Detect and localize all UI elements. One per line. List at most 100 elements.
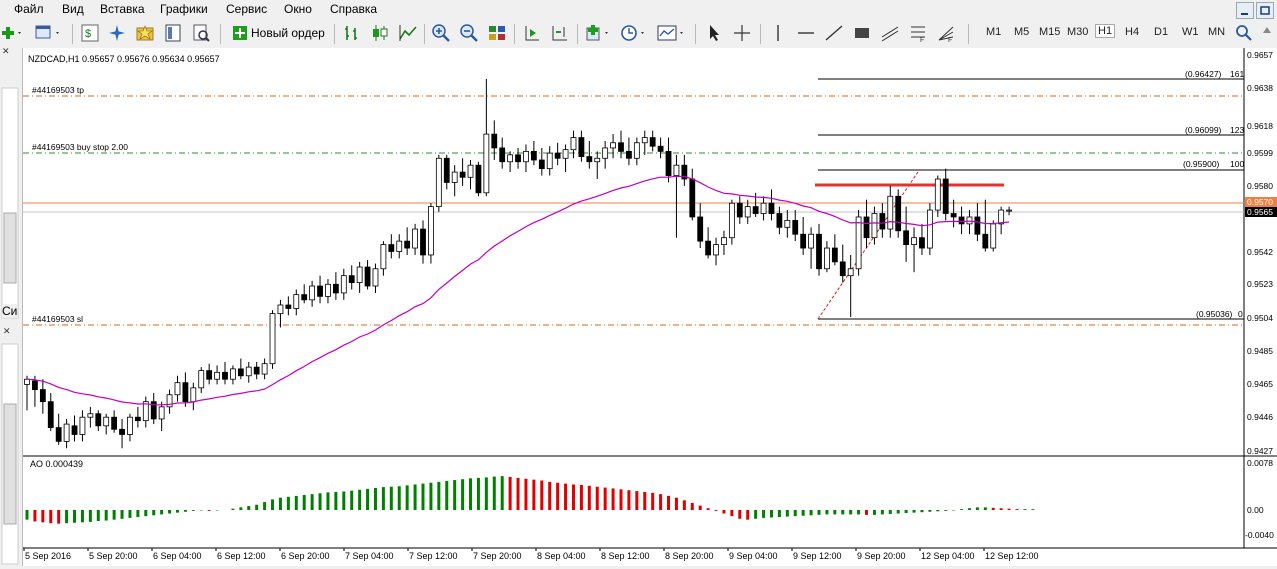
- timeframe-m5[interactable]: M5: [1014, 26, 1029, 38]
- close-icon: ✕: [2, 48, 10, 56]
- bear-candle: [134, 416, 141, 422]
- bull-candle: [966, 216, 973, 225]
- templates-button[interactable]: [656, 23, 683, 43]
- navigator-button[interactable]: [107, 23, 127, 43]
- search-button[interactable]: [1234, 23, 1254, 43]
- price-chart[interactable]: NZDCAD,H1 0.95657 0.95676 0.95634 0.9565…: [23, 48, 1277, 566]
- bull-candle: [356, 266, 363, 283]
- menu-file[interactable]: Файл: [14, 2, 44, 16]
- fibonacci-button[interactable]: F: [908, 23, 928, 44]
- bear-candle: [55, 427, 62, 442]
- bull-candle: [412, 228, 418, 249]
- chart-window[interactable]: NZDCAD,H1 0.95657 0.95676 0.95634 0.9565…: [23, 48, 1277, 566]
- bull-candle: [79, 416, 86, 435]
- chart-shift-button[interactable]: [550, 23, 570, 43]
- bull-candle: [673, 164, 680, 176]
- template-icon: [657, 25, 683, 41]
- order-tp-label: #44169503 tp: [32, 85, 84, 95]
- crosshair-button[interactable]: [732, 23, 752, 43]
- candlestick-button[interactable]: [370, 23, 390, 43]
- bear-candle: [800, 233, 807, 249]
- tester-button[interactable]: [191, 23, 211, 43]
- ao-tick: 0.0078: [1247, 458, 1273, 468]
- fibonacci-fan-button[interactable]: F: [936, 23, 956, 44]
- bear-candle: [974, 216, 981, 235]
- bear-candle: [95, 413, 102, 427]
- horizontal-line-icon: [798, 32, 814, 34]
- channel-button[interactable]: [880, 23, 900, 43]
- bull-candle: [610, 142, 616, 149]
- line-chart-button[interactable]: [398, 23, 418, 43]
- zoom-out-button[interactable]: [459, 23, 479, 43]
- menu-charts[interactable]: Графики: [160, 2, 208, 16]
- fib-level-0: 0: [1238, 309, 1243, 319]
- bull-candle: [713, 244, 719, 256]
- price-tick: 0.9465: [1247, 379, 1273, 389]
- horizontal-line-button[interactable]: [796, 23, 816, 43]
- bull-candle: [934, 178, 941, 211]
- fibonacci-fan-icon: F: [938, 26, 954, 44]
- periods-button[interactable]: [620, 23, 644, 43]
- cursor-button[interactable]: [704, 23, 724, 43]
- bear-candle: [689, 178, 696, 218]
- candlestick-icon: [373, 25, 388, 41]
- bear-candle: [626, 150, 632, 159]
- trendline-button[interactable]: [824, 23, 844, 43]
- bull-candle: [63, 423, 70, 442]
- bear-candle: [942, 178, 949, 214]
- price-tag-orange-text: 0.9570: [1247, 197, 1273, 207]
- market-watch-button[interactable]: $: [80, 23, 100, 43]
- line-chart-icon: [399, 25, 417, 41]
- chart-shift-icon: [552, 26, 567, 41]
- menu-help[interactable]: Справка: [330, 2, 377, 16]
- timeframe-h1[interactable]: H1: [1095, 24, 1116, 38]
- ao-tick: 0.00: [1247, 505, 1264, 515]
- more-button[interactable]: [1257, 23, 1277, 43]
- bull-candle: [721, 237, 727, 245]
- time-tick: 9 Sep 20:00: [857, 551, 906, 561]
- price-tick: 0.9504: [1247, 313, 1273, 323]
- autoscroll-button[interactable]: [522, 23, 542, 43]
- price-tick: 0.9657: [1247, 50, 1273, 60]
- toolbar: $ Новый ордер F F M1 M5 M15 M30 H1 H4 D1…: [0, 20, 1277, 49]
- menu-insert[interactable]: Вставка: [100, 2, 145, 16]
- timeframe-m1[interactable]: M1: [986, 26, 1001, 38]
- timeframe-h4[interactable]: H4: [1125, 26, 1139, 38]
- bull-candle: [546, 152, 553, 170]
- indicators-button[interactable]: [585, 23, 608, 43]
- fib-level-100: 100: [1230, 159, 1244, 169]
- menu-tools[interactable]: Сервис: [226, 2, 267, 16]
- bull-candle: [847, 268, 854, 277]
- rectangle-button[interactable]: [852, 23, 872, 43]
- profiles-button[interactable]: [34, 23, 59, 43]
- timeframe-m30[interactable]: M30: [1067, 26, 1088, 38]
- minimize-button[interactable]: [1236, 2, 1254, 19]
- bar-chart-button[interactable]: [342, 23, 362, 43]
- new-order-button[interactable]: Новый ордер: [228, 23, 329, 43]
- bear-candle: [903, 230, 910, 245]
- favorites-button[interactable]: [135, 23, 155, 43]
- menu-window[interactable]: Окно: [284, 2, 312, 16]
- bull-candle: [562, 149, 569, 159]
- indicators-icon: [586, 25, 608, 41]
- bear-candle: [475, 164, 482, 194]
- bear-candle: [237, 368, 244, 377]
- bear-candle: [47, 401, 54, 428]
- timeframe-d1[interactable]: D1: [1154, 26, 1168, 38]
- toolbar-separator: [760, 24, 761, 44]
- timeframe-w1[interactable]: W1: [1182, 26, 1199, 38]
- timeframe-m15[interactable]: M15: [1039, 26, 1060, 38]
- timeframe-mn[interactable]: MN: [1208, 26, 1225, 38]
- restore-button[interactable]: [1256, 2, 1274, 19]
- menu-view[interactable]: Вид: [62, 2, 84, 16]
- vertical-line-button[interactable]: [768, 23, 788, 43]
- crosshair-icon: [734, 25, 750, 41]
- bear-candle: [649, 137, 656, 147]
- time-tick: 5 Sep 20:00: [89, 551, 138, 561]
- new-chart-button[interactable]: [0, 23, 21, 43]
- bull-candle: [594, 157, 601, 163]
- zoom-in-button[interactable]: [431, 23, 451, 43]
- tile-windows-button[interactable]: [487, 23, 507, 43]
- svg-text:F: F: [948, 37, 952, 43]
- terminal-button[interactable]: [163, 23, 183, 43]
